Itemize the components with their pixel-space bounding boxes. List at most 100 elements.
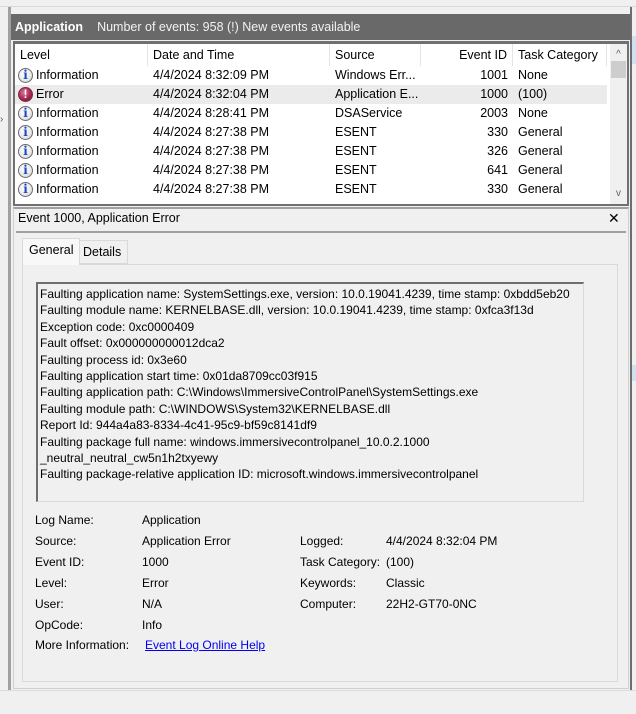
- table-row[interactable]: Error 4/4/2024 8:32:04 PM Application E...…: [15, 85, 607, 104]
- expand-arrow-icon[interactable]: ›: [0, 114, 3, 125]
- level-cell: Information: [36, 68, 99, 82]
- table-row[interactable]: Information 4/4/2024 8:27:38 PM ESENT 326 Ge…: [15, 142, 607, 161]
- event-viewer-main: Application Number of events: 958 (!) Ne…: [9, 7, 630, 690]
- level-cell: Information: [36, 106, 99, 120]
- description-line: Faulting application name: SystemSetting…: [40, 287, 570, 301]
- field-value: Classic: [386, 576, 425, 590]
- field-value: 1000: [142, 555, 169, 569]
- level-cell: Information: [36, 182, 99, 196]
- title-divider: [16, 231, 626, 233]
- date-time-cell: 4/4/2024 8:32:04 PM: [153, 87, 270, 101]
- information-icon: [18, 180, 33, 199]
- field-value: (100): [386, 555, 415, 569]
- level-cell: Information: [36, 125, 99, 139]
- date-time-cell: 4/4/2024 8:27:38 PM: [153, 163, 270, 177]
- event-id-cell: 1001: [480, 68, 508, 82]
- task-category-cell: (100): [518, 87, 548, 101]
- event-count-info: Number of events: 958 (!) New events ava…: [97, 20, 361, 34]
- table-row[interactable]: Information 4/4/2024 8:27:38 PM ESENT 330 Ge…: [15, 123, 607, 142]
- field-value: Error: [142, 576, 169, 590]
- top-strip: [0, 0, 636, 7]
- table-row[interactable]: Information 4/4/2024 8:27:38 PM ESENT 330 Ge…: [15, 180, 607, 199]
- source-cell: ESENT: [335, 144, 377, 158]
- description-line: _neutral_neutral_cw5n1h2txyewy: [40, 451, 219, 466]
- task-category-cell: None: [518, 106, 548, 120]
- event-log-online-help-link[interactable]: Event Log Online Help: [145, 638, 265, 652]
- log-title: Application: [15, 20, 84, 34]
- description-line: Faulting package-relative application ID…: [40, 467, 479, 482]
- event-id-cell: 2003: [480, 106, 508, 120]
- source-cell: ESENT: [335, 182, 377, 196]
- description-line: Faulting application start time: 0x01da8…: [40, 369, 318, 384]
- task-category-cell: General: [518, 125, 563, 139]
- description-line: Faulting module name: KERNELBASE.dll, ve…: [40, 303, 534, 318]
- task-category-cell: General: [518, 163, 563, 177]
- date-time-cell: 4/4/2024 8:32:09 PM: [153, 68, 270, 82]
- scroll-thumb[interactable]: [611, 61, 626, 78]
- right-pane-selection-2: [632, 365, 636, 381]
- field-label: Logged:: [300, 534, 344, 548]
- information-icon: [18, 104, 33, 123]
- field-value: 4/4/2024 8:32:04 PM: [386, 534, 498, 548]
- field-value: N/A: [142, 597, 163, 611]
- source-cell: Windows Err...: [335, 68, 416, 82]
- field-label: Event ID:: [35, 555, 85, 569]
- table-row[interactable]: Information 4/4/2024 8:27:38 PM ESENT 641 Ge…: [15, 161, 607, 180]
- date-time-cell: 4/4/2024 8:27:38 PM: [153, 125, 270, 139]
- column-header-source[interactable]: Source: [330, 44, 421, 66]
- field-label: Computer:: [300, 597, 357, 611]
- event-description-box[interactable]: Faulting application name: SystemSetting…: [36, 282, 584, 502]
- information-icon: [18, 123, 33, 142]
- more-info-label: More Information:: [35, 638, 130, 652]
- field-value: Application: [142, 513, 201, 527]
- information-icon: [18, 142, 33, 161]
- error-icon: [18, 85, 33, 104]
- information-icon: [18, 161, 33, 180]
- table-row[interactable]: Information 4/4/2024 8:32:09 PM Windows Er…: [15, 66, 607, 85]
- task-category-cell: General: [518, 182, 563, 196]
- event-detail-title: Event 1000, Application Error: [18, 211, 180, 225]
- information-icon: [18, 66, 33, 85]
- log-header-bar: Application Number of events: 958 (!) Ne…: [11, 14, 630, 40]
- description-line: Faulting module path: C:\WINDOWS\System3…: [40, 401, 391, 416]
- events-vertical-scrollbar[interactable]: ^ v: [610, 44, 627, 204]
- tab-general[interactable]: General: [22, 238, 81, 265]
- field-label: Keywords:: [300, 576, 357, 590]
- column-header-date-time[interactable]: Date and Time: [148, 44, 330, 66]
- description-line: Faulting application path: C:\Windows\Im…: [40, 385, 479, 400]
- task-category-cell: None: [518, 68, 548, 82]
- field-value: 22H2-GT70-0NC: [386, 597, 477, 611]
- right-pane-selection: [632, 36, 636, 64]
- right-pane-edge: [630, 7, 636, 690]
- field-label: Task Category:: [300, 555, 381, 569]
- event-id-cell: 330: [487, 125, 508, 139]
- field-label: User:: [35, 597, 64, 611]
- task-category-cell: General: [518, 144, 563, 158]
- field-value: Info: [142, 618, 163, 632]
- description-line: Exception code: 0xc0000409: [40, 319, 195, 334]
- event-id-cell: 330: [487, 182, 508, 196]
- description-line: Faulting process id: 0x3e60: [40, 352, 187, 367]
- description-line: Faulting package full name: windows.imme…: [40, 434, 430, 449]
- description-line: Report Id: 944a4a83-8334-4c41-95c9-bf59c…: [40, 418, 317, 433]
- field-label: Source:: [35, 534, 77, 548]
- field-label: Level:: [35, 576, 68, 590]
- source-cell: Application E...: [335, 87, 419, 101]
- column-header-task-category[interactable]: Task Category: [513, 44, 607, 66]
- column-header-level[interactable]: Level: [15, 44, 148, 66]
- source-cell: ESENT: [335, 125, 377, 139]
- table-row[interactable]: Information 4/4/2024 8:28:41 PM DSAService…: [15, 104, 607, 123]
- close-icon[interactable]: ✕: [608, 210, 620, 227]
- field-value: Application Error: [142, 534, 231, 548]
- level-cell: Error: [36, 87, 64, 101]
- scroll-down-icon[interactable]: v: [610, 185, 627, 202]
- date-time-cell: 4/4/2024 8:27:38 PM: [153, 144, 270, 158]
- level-cell: Information: [36, 163, 99, 177]
- column-header-event-id[interactable]: Event ID: [421, 44, 513, 66]
- level-cell: Information: [36, 144, 99, 158]
- tab-details[interactable]: Details: [76, 240, 129, 264]
- source-cell: DSAService: [335, 106, 403, 120]
- events-table[interactable]: Level Date and Time Source Event ID Task…: [13, 41, 629, 206]
- event-id-cell: 326: [487, 144, 508, 158]
- description-line: Fault offset: 0x000000000012dca2: [40, 336, 225, 351]
